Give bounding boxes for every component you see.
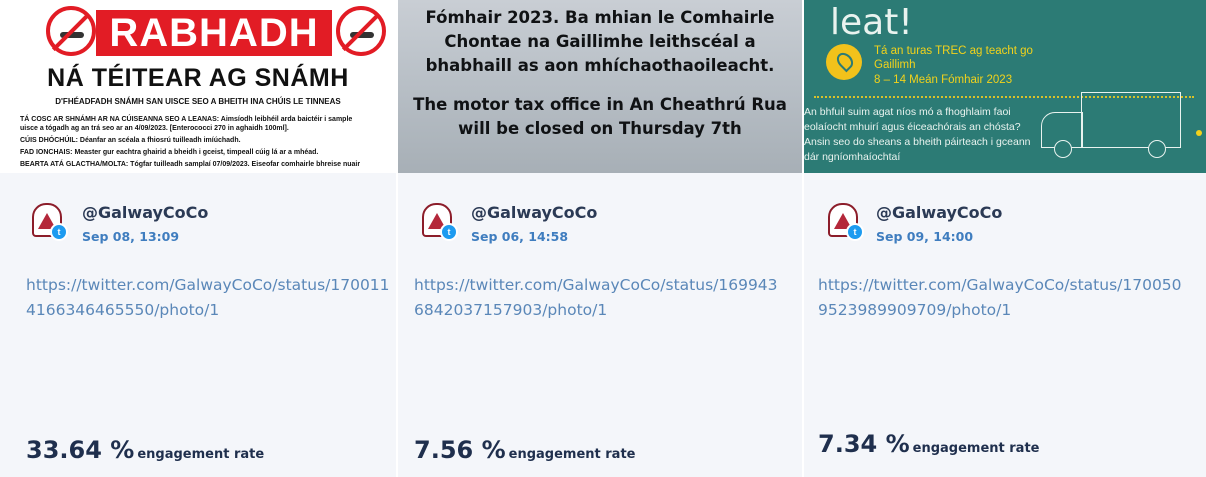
account-handle[interactable]: @GalwayCoCo [471, 203, 597, 222]
notice-line: uisce a tógadh ag an trá seo ar an 4/09/… [20, 125, 289, 132]
notice-line: The motor tax office in An Cheathrú Rua [413, 95, 787, 114]
engagement-rate: 33.64 % engagement rate [26, 436, 264, 464]
promo-heading: leat! [830, 2, 913, 43]
avatar[interactable]: t [28, 201, 68, 241]
twitter-bird-icon: t [50, 223, 68, 241]
post-link[interactable]: https://twitter.com/GalwayCoCo/status/17… [26, 273, 396, 325]
post-link[interactable]: https://twitter.com/GalwayCoCo/status/17… [818, 273, 1188, 325]
engagement-rate-label: engagement rate [912, 441, 1040, 456]
decorative-dot [1196, 130, 1202, 136]
engagement-rate-value: 7.56 % [414, 436, 506, 464]
post-date: Sep 09, 14:00 [876, 229, 974, 244]
post-link[interactable]: https://twitter.com/GalwayCoCo/status/16… [414, 273, 784, 325]
post-image[interactable]: RABHADH NÁ TÉITEAR AG SNÁMH D'FHÉADFADH … [0, 0, 396, 173]
post-image[interactable]: leat! Tá an turas TREC ag teacht go Gail… [804, 0, 1206, 173]
post-card: leat! Tá an turas TREC ag teacht go Gail… [804, 0, 1206, 477]
avatar[interactable]: t [824, 201, 864, 241]
location-pin-icon [826, 44, 862, 80]
post-date: Sep 06, 14:58 [471, 229, 569, 244]
notice-line: BEARTA ATÁ GLACTHA/MOLTA: Tógfar tuillea… [20, 161, 361, 168]
notice-line: will be closed on Thursday 7th [458, 119, 742, 138]
notice-line: Fómhair 2023. Ba mhian le Comhairle [425, 8, 775, 27]
warning-notice: TÁ COSC AR SHNÁMH AR NA CÚISEANNA SEO A … [20, 115, 396, 172]
van-illustration [1036, 88, 1186, 168]
engagement-rate-label: engagement rate [508, 447, 636, 462]
post-card: RABHADH NÁ TÉITEAR AG SNÁMH D'FHÉADFADH … [0, 0, 396, 477]
notice-line: CÚIS DHÓCHÚIL: Déanfar an scéala a fhios… [20, 137, 241, 144]
notice-line: FAD IONCHAIS: Measter gur eachtra ghairi… [20, 149, 319, 156]
no-swimming-icon [46, 6, 96, 56]
warning-banner: RABHADH [96, 10, 332, 56]
notice-line: TÁ COSC AR SHNÁMH AR NA CÚISEANNA SEO A … [20, 116, 353, 123]
engagement-rate-value: 7.34 % [818, 430, 910, 458]
notice-line: Chontae na Gaillimhe leithscéal a [444, 32, 756, 51]
no-swimming-icon [336, 6, 386, 56]
motor-tax-notice: Fómhair 2023. Ba mhian le Comhairle Chon… [398, 6, 802, 141]
post-card: Fómhair 2023. Ba mhian le Comhairle Chon… [398, 0, 802, 477]
promo-dates: 8 – 14 Meán Fómhair 2023 [874, 74, 1013, 86]
warning-headline: NÁ TÉITEAR AG SNÁMH [47, 64, 349, 92]
post-date: Sep 08, 13:09 [82, 229, 180, 244]
promo-paragraph: An bhfuil suim agat níos mó a fhoghlaim … [804, 106, 1031, 163]
account-handle[interactable]: @GalwayCoCo [82, 203, 208, 222]
engagement-rate: 7.34 % engagement rate [818, 430, 1039, 458]
engagement-rate-label: engagement rate [137, 447, 265, 462]
twitter-bird-icon: t [846, 223, 864, 241]
warning-subheading: D'FHÉADFADH SNÁMH SAN UISCE SEO A BHEITH… [55, 97, 341, 106]
notice-line: bhabhaill as aon mhíchaothaoileacht. [425, 56, 775, 75]
engagement-rate-value: 33.64 % [26, 436, 135, 464]
promo-line: Tá an turas TREC ag teacht go Gaillimh [874, 45, 1033, 71]
avatar[interactable]: t [418, 201, 458, 241]
twitter-bird-icon: t [440, 223, 458, 241]
account-handle[interactable]: @GalwayCoCo [876, 203, 1002, 222]
engagement-rate: 7.56 % engagement rate [414, 436, 635, 464]
post-image[interactable]: Fómhair 2023. Ba mhian le Comhairle Chon… [398, 0, 802, 173]
